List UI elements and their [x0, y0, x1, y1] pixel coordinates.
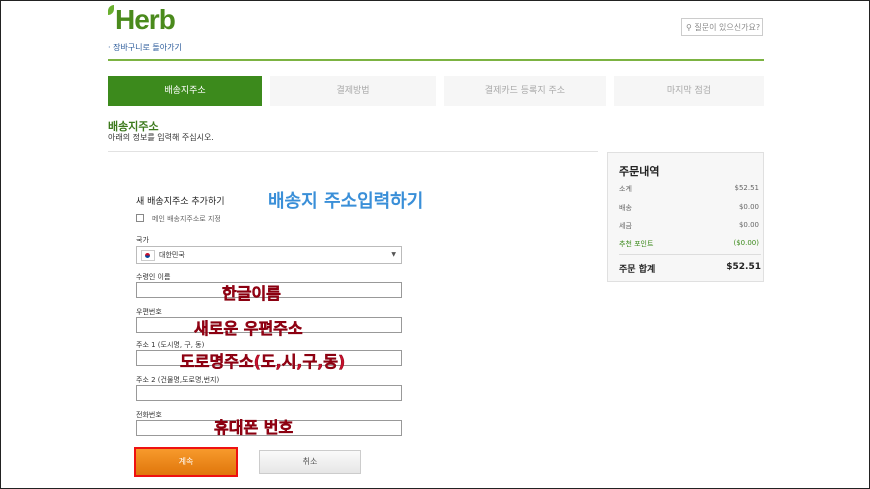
annotation-phone-note: 휴대폰 번호: [214, 418, 294, 438]
summary-value: ($0.00): [733, 239, 759, 247]
country-label: 국가: [136, 236, 149, 244]
summary-divider: [619, 254, 761, 255]
section-subtitle: 아래의 정보를 입력해 주십시오.: [108, 133, 214, 142]
country-select[interactable]: 대한민국 ▼: [136, 246, 402, 264]
header-divider: [108, 59, 764, 61]
chevron-down-icon: ▼: [391, 251, 396, 258]
iherb-logo[interactable]: Herb: [108, 4, 176, 36]
leaf-icon: [108, 5, 114, 15]
country-value: 대한민국: [159, 251, 185, 259]
logo-text: Herb: [115, 4, 176, 35]
summary-label: 세금: [619, 222, 632, 230]
step-shipping-address: 배송지주소: [108, 76, 263, 106]
address2-field[interactable]: [136, 385, 402, 401]
annotation-title-note: 배송지 주소입력하기: [268, 191, 424, 212]
annotation-postcode-note: 새로운 우편주소: [194, 319, 303, 339]
summary-row-reward-points: 추천 포인트 ($0.00): [619, 239, 759, 249]
total-value: $52.51: [726, 262, 761, 272]
cancel-button[interactable]: 취소: [259, 450, 361, 474]
summary-value: $52.51: [734, 184, 760, 192]
summary-row-tax: 세금 $0.00: [619, 221, 759, 231]
step-final-review: 마지막 점검: [613, 76, 764, 106]
help-search-input[interactable]: ⚲ 질문이 있으신가요?: [681, 18, 763, 36]
postcode-label: 우편번호: [136, 308, 162, 316]
back-to-cart-link[interactable]: · 장바구니로 돌아가기: [108, 42, 182, 53]
summary-value: $0.00: [738, 221, 759, 229]
default-address-row[interactable]: 메인 배송지주소로 지정: [136, 214, 221, 224]
annotation-name-note: 한글이름: [222, 284, 281, 304]
summary-row-shipping: 배송 $0.00: [619, 203, 759, 213]
checkout-steps: 배송지주소 결제방법 결제카드 등록지 주소 마지막 점검: [108, 76, 764, 106]
recipient-label: 수령인 이름: [136, 273, 171, 281]
summary-row-subtotal: 소계 $52.51: [619, 184, 759, 194]
summary-label: 배송: [619, 204, 632, 212]
default-address-checkbox[interactable]: [136, 214, 144, 222]
phone-label: 전화번호: [136, 411, 162, 419]
summary-label: 추천 포인트: [619, 240, 654, 248]
order-summary-title: 주문내역: [619, 165, 660, 178]
annotation-address-note: 도로명주소(도,시,구,동): [180, 352, 346, 372]
section-divider: [108, 151, 598, 152]
summary-value: $0.00: [738, 203, 759, 211]
total-label: 주문 합계: [619, 265, 656, 275]
address2-label: 주소 2 (건물명,도로명,번지): [136, 376, 220, 384]
korea-flag-icon: [141, 250, 155, 261]
step-payment-method: 결제방법: [270, 76, 436, 106]
summary-label: 소계: [619, 185, 632, 193]
continue-button[interactable]: 계속: [134, 447, 238, 477]
summary-total-row: 주문 합계 $52.51: [619, 262, 761, 275]
form-title: 새 배송지주소 추가하기: [136, 197, 225, 207]
search-placeholder: 질문이 있으신가요?: [694, 23, 761, 32]
default-address-label: 메인 배송지주소로 지정: [152, 215, 221, 223]
step-billing-address: 결제카드 등록지 주소: [443, 76, 606, 106]
order-summary-panel: 주문내역 소계 $52.51 배송 $0.00 세금 $0.00 추천 포인트 ($0.…: [607, 152, 764, 282]
